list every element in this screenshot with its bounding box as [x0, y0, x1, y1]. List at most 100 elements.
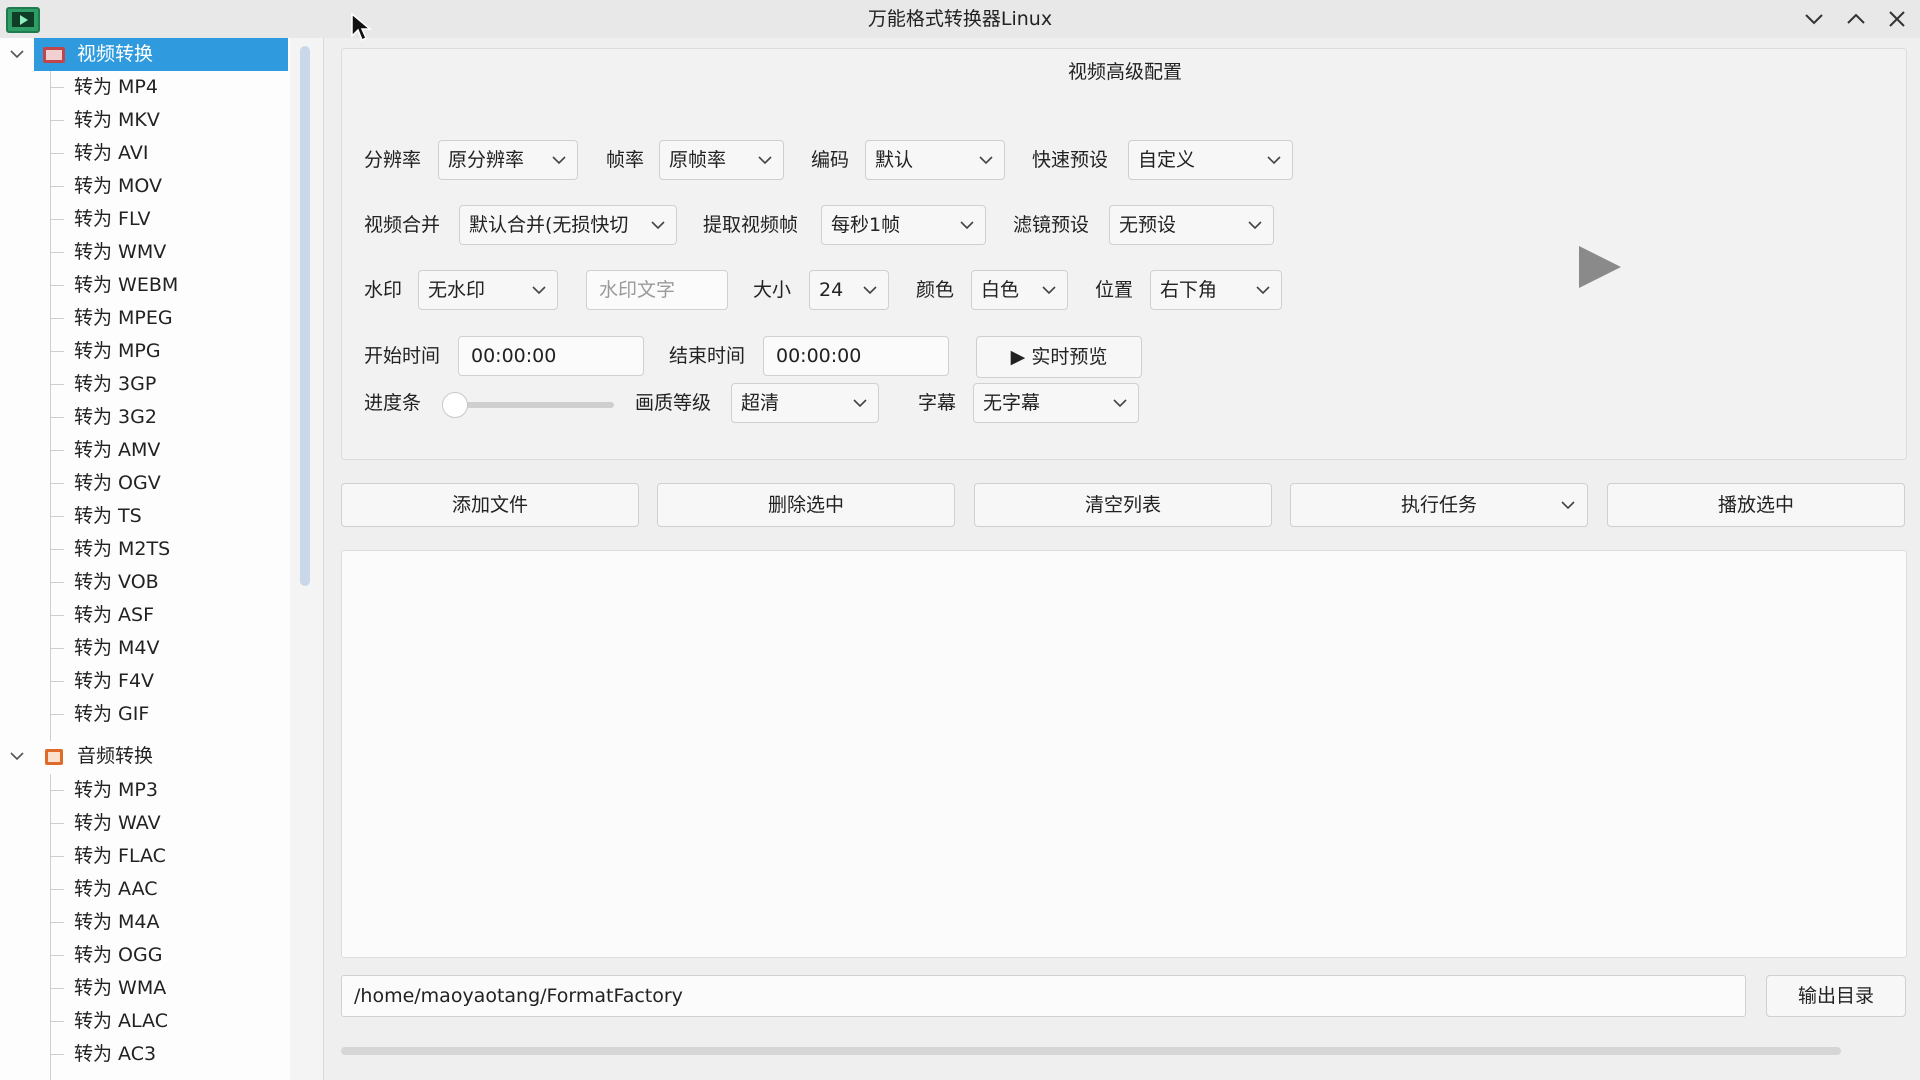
framerate-label: 帧率 — [606, 149, 645, 171]
live-preview-button[interactable]: ▶ 实时预览 — [976, 336, 1142, 378]
horizontal-scrollbar[interactable] — [341, 1047, 1841, 1055]
tree-category-label: 音频转换 — [77, 745, 154, 767]
clear-list-button[interactable]: 清空列表 — [974, 483, 1272, 527]
video-category-icon — [43, 47, 65, 63]
extract-select[interactable]: 每秒1帧 — [821, 205, 986, 245]
tree-item-ts[interactable]: 转为 TS — [0, 500, 290, 533]
audio-category-icon — [45, 749, 63, 765]
position-select[interactable]: 右下角 — [1150, 270, 1282, 310]
output-path-field[interactable]: /home/maoyaotang/FormatFactory — [341, 975, 1746, 1017]
subtitle-select[interactable]: 无字幕 — [973, 383, 1139, 423]
progress-slider[interactable] — [454, 402, 614, 408]
tree-item-wma[interactable]: 转为 WMA — [0, 972, 290, 1005]
codec-select[interactable]: 默认 — [865, 140, 1005, 180]
output-directory-button[interactable]: 输出目录 — [1766, 975, 1906, 1017]
delete-selected-button[interactable]: 删除选中 — [657, 483, 955, 527]
chevron-down-icon — [1042, 286, 1056, 295]
tree-item-aac[interactable]: 转为 AAC — [0, 873, 290, 906]
chevron-down-icon — [1256, 286, 1270, 295]
tree-item-wav[interactable]: 转为 WAV — [0, 807, 290, 840]
tree-item-mpeg[interactable]: 转为 MPEG — [0, 302, 290, 335]
watermark-text-input[interactable]: 水印文字 — [586, 270, 728, 310]
tree-item-flv[interactable]: 转为 FLV — [0, 203, 290, 236]
chevron-down-icon — [960, 221, 974, 230]
chevron-down-icon — [758, 156, 772, 165]
chevron-down-icon — [1113, 399, 1127, 408]
color-select[interactable]: 白色 — [971, 270, 1068, 310]
chevron-down-icon[interactable] — [8, 45, 26, 63]
progress-label: 进度条 — [364, 392, 422, 414]
quality-select[interactable]: 超清 — [731, 383, 879, 423]
tree-category-audio[interactable]: 音频转换 — [0, 740, 290, 773]
run-task-button[interactable]: 执行任务 — [1290, 483, 1588, 527]
task-list[interactable] — [341, 550, 1907, 958]
progress-slider-handle[interactable] — [442, 392, 468, 418]
sidebar-scroll-thumb[interactable] — [300, 46, 310, 586]
preset-label: 快速预设 — [1032, 149, 1109, 171]
filter-select[interactable]: 无预设 — [1109, 205, 1274, 245]
start-time-input[interactable]: 00:00:00 — [458, 336, 644, 376]
watermark-select[interactable]: 无水印 — [418, 270, 558, 310]
sidebar: 视频转换 转为 MP4 转为 MKV 转为 AVI 转为 MOV 转为 FLV … — [0, 38, 324, 1080]
tree-item-flac[interactable]: 转为 FLAC — [0, 840, 290, 873]
close-icon[interactable] — [1880, 4, 1914, 34]
format-tree: 视频转换 转为 MP4 转为 MKV 转为 AVI 转为 MOV 转为 FLV … — [0, 38, 290, 1080]
tree-item-f4v[interactable]: 转为 F4V — [0, 665, 290, 698]
tree-item-m2ts[interactable]: 转为 M2TS — [0, 533, 290, 566]
tree-item-ogg[interactable]: 转为 OGG — [0, 939, 290, 972]
tree-item-m4v[interactable]: 转为 M4V — [0, 632, 290, 665]
start-time-label: 开始时间 — [364, 345, 441, 367]
config-title: 视频高级配置 — [1067, 61, 1182, 83]
chevron-down-icon — [979, 156, 993, 165]
add-file-button[interactable]: 添加文件 — [341, 483, 639, 527]
video-config-panel: 视频高级配置 分辨率 原分辨率 帧率 原帧率 编码 默认 快速预设 自定义 视频… — [341, 48, 1907, 460]
tree-item-mov[interactable]: 转为 MOV — [0, 170, 290, 203]
preset-select[interactable]: 自定义 — [1128, 140, 1293, 180]
tree-item-ogv[interactable]: 转为 OGV — [0, 467, 290, 500]
minimize-chevron-icon[interactable] — [1797, 4, 1831, 34]
tree-item-3gp[interactable]: 转为 3GP — [0, 368, 290, 401]
tree-item-wmv[interactable]: 转为 WMV — [0, 236, 290, 269]
size-select[interactable]: 24 — [809, 270, 889, 310]
merge-select[interactable]: 默认合并(无损快切 — [459, 205, 677, 245]
run-task-label: 执行任务 — [1400, 494, 1477, 516]
tree-item-asf[interactable]: 转为 ASF — [0, 599, 290, 632]
quality-label: 画质等级 — [635, 392, 712, 414]
tree-item-mkv[interactable]: 转为 MKV — [0, 104, 290, 137]
tree-category-video[interactable]: 视频转换 — [0, 38, 290, 71]
tree-item-alac[interactable]: 转为 ALAC — [0, 1005, 290, 1038]
chevron-down-icon[interactable] — [8, 747, 26, 765]
tree-item-m4a[interactable]: 转为 M4A — [0, 906, 290, 939]
framerate-select[interactable]: 原帧率 — [659, 140, 784, 180]
chevron-down-icon — [532, 286, 546, 295]
tree-item-avi[interactable]: 转为 AVI — [0, 137, 290, 170]
tree-item-mpg[interactable]: 转为 MPG — [0, 335, 290, 368]
subtitle-label: 字幕 — [918, 392, 957, 414]
watermark-label: 水印 — [364, 279, 403, 301]
end-time-input[interactable]: 00:00:00 — [763, 336, 949, 376]
color-label: 颜色 — [916, 279, 955, 301]
tree-item-ac3[interactable]: 转为 AC3 — [0, 1038, 290, 1071]
chevron-down-icon — [1267, 156, 1281, 165]
chevron-down-icon — [552, 156, 566, 165]
size-label: 大小 — [753, 279, 792, 301]
maximize-chevron-icon[interactable] — [1839, 4, 1873, 34]
tree-item-gif[interactable]: 转为 GIF — [0, 698, 290, 731]
tree-item-mp4[interactable]: 转为 MP4 — [0, 71, 290, 104]
resolution-label: 分辨率 — [364, 149, 422, 171]
chevron-down-icon[interactable] — [1559, 497, 1577, 513]
play-icon[interactable] — [1575, 244, 1625, 290]
tree-item-mp3[interactable]: 转为 MP3 — [0, 774, 290, 807]
tree-item-webm[interactable]: 转为 WEBM — [0, 269, 290, 302]
tree-item-vob[interactable]: 转为 VOB — [0, 566, 290, 599]
selection-highlight — [34, 38, 288, 71]
merge-label: 视频合并 — [364, 214, 441, 236]
tree-item-amv[interactable]: 转为 AMV — [0, 434, 290, 467]
chevron-down-icon — [1248, 221, 1262, 230]
resolution-select[interactable]: 原分辨率 — [438, 140, 578, 180]
extract-label: 提取视频帧 — [703, 214, 799, 236]
play-selected-button[interactable]: 播放选中 — [1607, 483, 1905, 527]
tree-item-3g2[interactable]: 转为 3G2 — [0, 401, 290, 434]
window-title: 万能格式转换器Linux — [867, 8, 1053, 30]
chevron-down-icon — [651, 221, 665, 230]
